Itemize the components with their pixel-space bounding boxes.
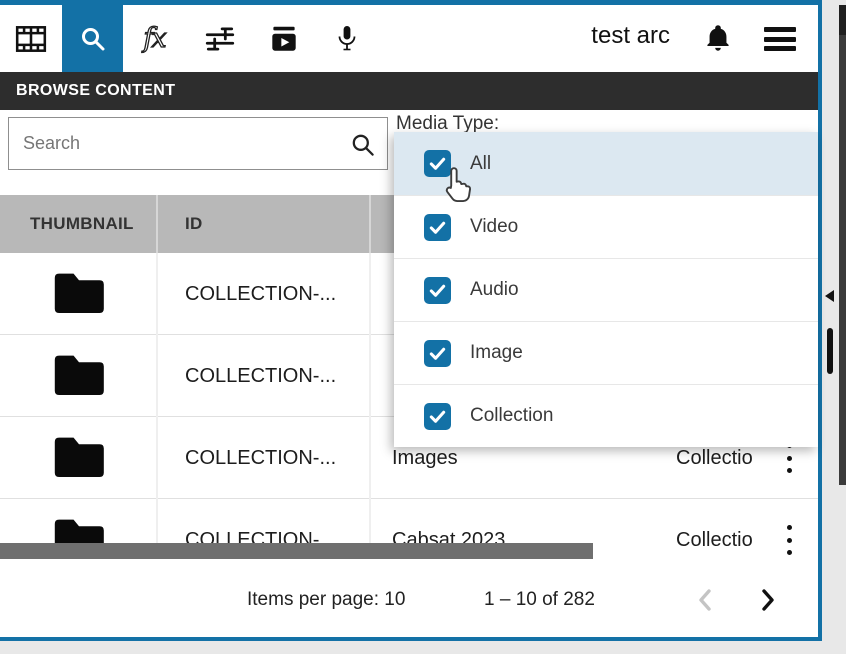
cell-id: COLLECTION-... bbox=[185, 417, 336, 499]
browse-content-window: fx bbox=[0, 0, 822, 641]
sliders-icon bbox=[203, 22, 237, 56]
search-box bbox=[8, 117, 388, 170]
hamburger-menu-icon[interactable] bbox=[764, 27, 796, 51]
column-header-id[interactable]: ID bbox=[185, 195, 203, 253]
option-label: Audio bbox=[470, 279, 519, 301]
search-icon bbox=[77, 23, 109, 55]
horizontal-scrollbar[interactable] bbox=[0, 543, 593, 559]
media-type-option-collection[interactable]: Collection bbox=[394, 384, 818, 447]
media-type-option-video[interactable]: Video bbox=[394, 195, 818, 258]
tab-effects[interactable]: fx bbox=[123, 5, 185, 72]
column-divider bbox=[369, 253, 371, 559]
film-icon bbox=[14, 22, 48, 56]
folder-icon bbox=[52, 352, 106, 398]
chevron-right-icon bbox=[757, 587, 779, 613]
chevron-left-icon bbox=[694, 587, 716, 613]
kebab-menu-icon[interactable] bbox=[783, 525, 795, 555]
video-queue-icon bbox=[267, 22, 301, 56]
option-label: Collection bbox=[470, 405, 553, 427]
folder-icon bbox=[52, 434, 106, 480]
media-type-option-image[interactable]: Image bbox=[394, 321, 818, 384]
microphone-icon bbox=[331, 23, 363, 55]
column-divider[interactable] bbox=[369, 195, 371, 253]
adjacent-panel-edge-top bbox=[839, 5, 846, 35]
adjacent-panel-edge bbox=[839, 5, 846, 485]
media-type-option-all[interactable]: All bbox=[394, 132, 818, 195]
tab-filters[interactable] bbox=[188, 5, 252, 72]
cell-id: COLLECTION-... bbox=[185, 335, 336, 417]
collapse-arrow-icon[interactable] bbox=[825, 290, 834, 302]
next-page-button[interactable] bbox=[753, 585, 783, 615]
option-label: Video bbox=[470, 216, 518, 238]
media-type-dropdown: All Video Audio Image bbox=[394, 132, 818, 447]
top-toolbar: fx bbox=[0, 5, 818, 72]
previous-page-button[interactable] bbox=[690, 585, 720, 615]
option-label: Image bbox=[470, 342, 523, 364]
fx-icon: fx bbox=[143, 23, 164, 54]
folder-icon bbox=[52, 270, 106, 316]
vertical-scrollbar[interactable] bbox=[827, 328, 833, 374]
workspace-title: test arc bbox=[591, 22, 670, 50]
pagination-range: 1 – 10 of 282 bbox=[484, 589, 595, 611]
hand-cursor-icon bbox=[440, 166, 476, 204]
items-per-page[interactable]: Items per page: 10 bbox=[247, 589, 405, 611]
cell-id: COLLECTION-... bbox=[185, 253, 336, 335]
bell-icon bbox=[703, 23, 733, 55]
tab-media[interactable] bbox=[0, 5, 62, 72]
search-input[interactable] bbox=[9, 118, 387, 169]
page-title: BROWSE CONTENT bbox=[0, 72, 818, 110]
column-divider bbox=[156, 253, 158, 559]
notifications-button[interactable] bbox=[703, 23, 733, 60]
cell-type: Collectio bbox=[676, 499, 764, 559]
checkbox-checked-icon[interactable] bbox=[424, 340, 451, 367]
checkbox-checked-icon[interactable] bbox=[424, 214, 451, 241]
column-divider[interactable] bbox=[156, 195, 158, 253]
checkbox-checked-icon[interactable] bbox=[424, 277, 451, 304]
search-icon[interactable] bbox=[349, 131, 377, 159]
tab-video-queue[interactable] bbox=[252, 5, 315, 72]
column-header-thumbnail[interactable]: THUMBNAIL bbox=[30, 195, 134, 253]
checkbox-checked-icon[interactable] bbox=[424, 403, 451, 430]
tab-search[interactable] bbox=[62, 5, 123, 72]
tab-voice-search[interactable] bbox=[315, 5, 379, 72]
kebab-menu-icon[interactable] bbox=[783, 443, 795, 473]
media-type-option-audio[interactable]: Audio bbox=[394, 258, 818, 321]
